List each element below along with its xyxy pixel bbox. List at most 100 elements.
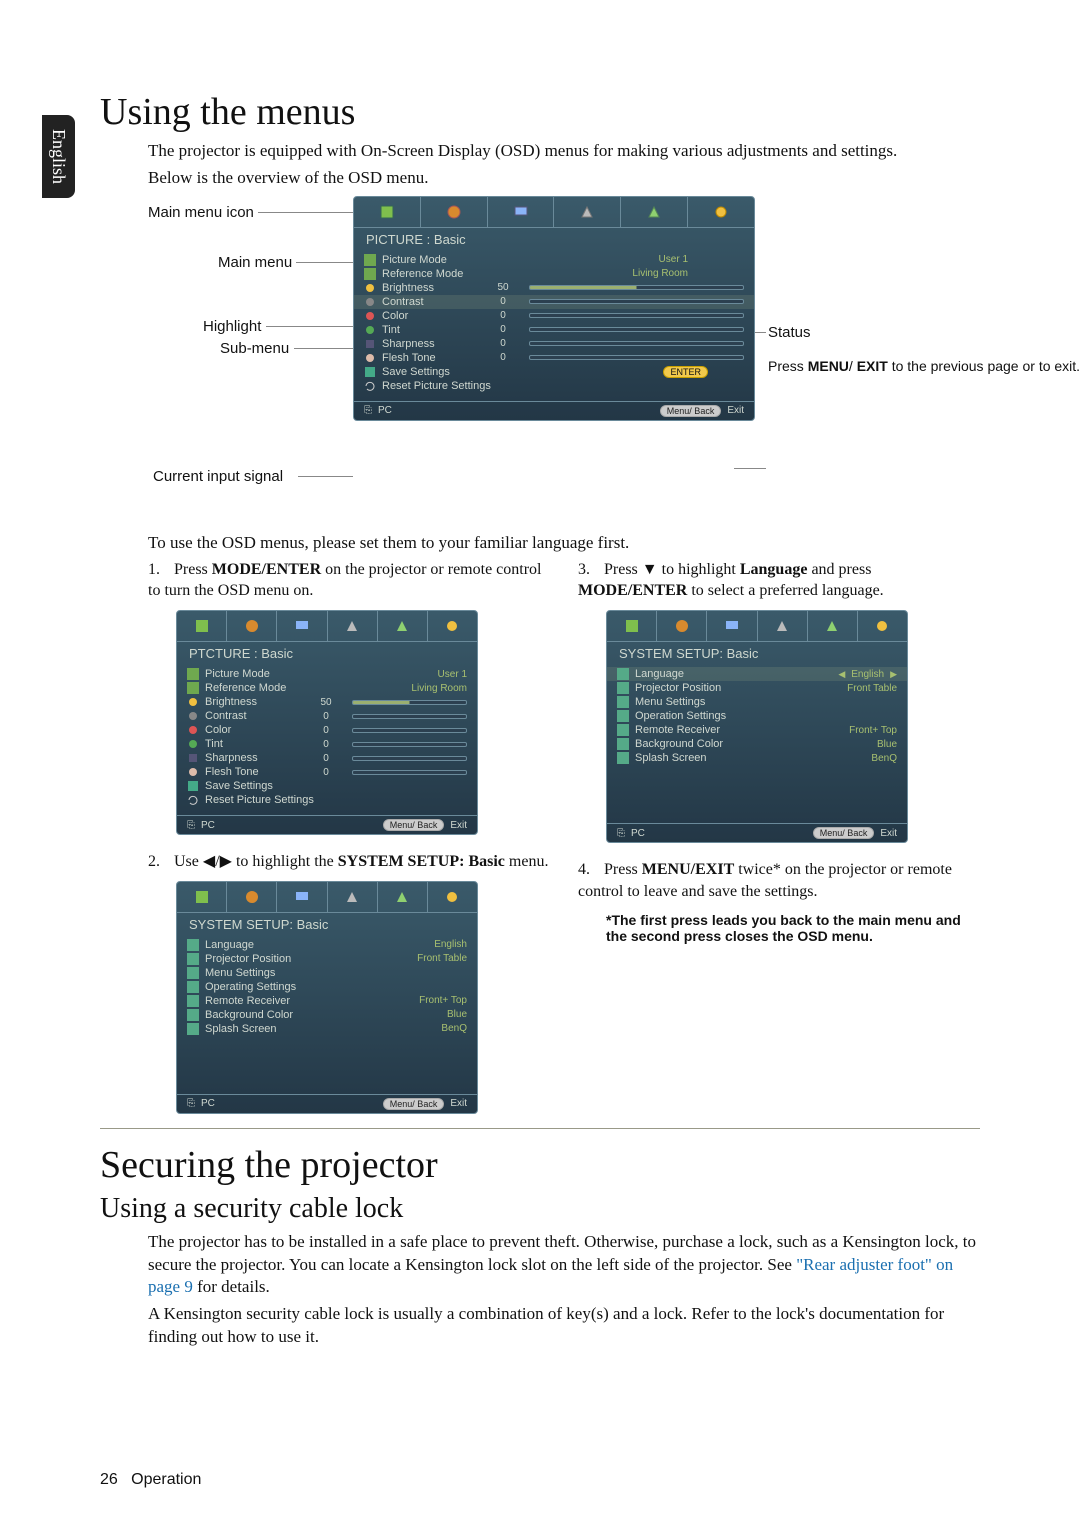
slider[interactable] bbox=[529, 299, 744, 304]
intro-p2: Below is the overview of the OSD menu. bbox=[148, 167, 980, 190]
osd-tab-bar bbox=[354, 197, 754, 228]
callout-status: Status bbox=[768, 324, 811, 341]
row-label: Background Color bbox=[635, 738, 730, 750]
foot-exit: Exit bbox=[727, 405, 744, 416]
row-value: Blue bbox=[877, 739, 897, 750]
row-value: 0 bbox=[306, 767, 346, 778]
osd-row-flesh-tone[interactable]: Flesh Tone 0 bbox=[354, 351, 754, 365]
slider[interactable] bbox=[529, 341, 744, 346]
osd-tab-icon[interactable] bbox=[354, 197, 421, 227]
row-value: BenQ bbox=[441, 1023, 467, 1034]
row-label: Reference Mode bbox=[205, 682, 300, 694]
menu-back-pill[interactable]: Menu/ Back bbox=[383, 1098, 445, 1110]
menu-back-pill[interactable]: Menu/ Back bbox=[383, 819, 445, 831]
callout-main-menu: Main menu bbox=[218, 254, 292, 271]
row-label: Language bbox=[205, 939, 300, 951]
osd-row-sharpness[interactable]: Sharpness0 bbox=[354, 337, 754, 351]
slider[interactable] bbox=[529, 285, 744, 290]
row-label: Picture Mode bbox=[382, 254, 477, 266]
osd-title: PTCTURE : Basic bbox=[177, 642, 477, 665]
foot-exit: Exit bbox=[450, 1098, 467, 1109]
osd-tab-icon[interactable] bbox=[621, 197, 688, 227]
row-label: Splash Screen bbox=[635, 752, 730, 764]
slider[interactable] bbox=[529, 327, 744, 332]
osd-row-save-settings[interactable]: Save SettingsENTER bbox=[354, 365, 754, 379]
intro-p1: The projector is equipped with On-Screen… bbox=[148, 140, 980, 163]
row-label: Flesh Tone bbox=[382, 352, 477, 364]
step-4: 4.Press MENU/EXIT twice* on the projecto… bbox=[578, 859, 980, 902]
osd-row-tint[interactable]: Tint0 bbox=[354, 323, 754, 337]
row-value: 50 bbox=[306, 697, 346, 708]
row-value: 0 bbox=[483, 310, 523, 321]
osd-row-contrast[interactable]: Contrast 0 bbox=[354, 295, 754, 309]
osd-tab-icon[interactable] bbox=[688, 197, 754, 227]
osd-title: SYSTEM SETUP: Basic bbox=[607, 642, 907, 665]
row-label: Projector Position bbox=[635, 682, 730, 694]
row-label: Reset Picture Settings bbox=[382, 380, 532, 392]
foot-input: PC bbox=[378, 405, 392, 416]
row-value: 0 bbox=[306, 711, 346, 722]
callout-press-menu: Press MENU/ EXIT to the previous page or… bbox=[768, 358, 883, 376]
input-icon: ⎘ bbox=[187, 1098, 195, 1109]
osd-tab-icon[interactable] bbox=[488, 197, 555, 227]
row-label: Language bbox=[635, 668, 730, 680]
step-1: 1.Press MODE/ENTER on the projector or r… bbox=[148, 559, 550, 602]
osd-step3: SYSTEM SETUP: Basic Language◀English▶ Pr… bbox=[606, 610, 908, 843]
security-p1: The projector has to be installed in a s… bbox=[148, 1231, 980, 1300]
menu-back-pill[interactable]: Menu/ Back bbox=[813, 827, 875, 839]
osd-step1: PTCTURE : Basic Picture Mode User 1 Refer… bbox=[176, 610, 478, 835]
row-value: 0 bbox=[483, 338, 523, 349]
security-p2: A Kensington security cable lock is usua… bbox=[148, 1303, 980, 1349]
row-label: Contrast bbox=[382, 296, 477, 308]
slider[interactable] bbox=[529, 313, 744, 318]
row-label: Reset Picture Settings bbox=[205, 794, 365, 806]
menu-back-pill[interactable]: Menu/ Back bbox=[660, 405, 722, 417]
step-4-note: *The first press leads you back to the m… bbox=[578, 912, 980, 944]
row-label: Tint bbox=[382, 324, 477, 336]
osd-row-color[interactable]: Color 0 bbox=[354, 309, 754, 323]
osd-title: PICTURE : Basic bbox=[354, 228, 754, 251]
osd-row-reset[interactable]: Reset Picture Settings bbox=[354, 379, 754, 393]
row-label: Color bbox=[382, 310, 477, 322]
heading-using-menus: Using the menus bbox=[100, 90, 980, 134]
row-value: 0 bbox=[306, 739, 346, 750]
row-label: Menu Settings bbox=[635, 696, 730, 708]
foot-exit: Exit bbox=[880, 828, 897, 839]
row-label: Splash Screen bbox=[205, 1023, 300, 1035]
osd-tab-icon[interactable] bbox=[554, 197, 621, 227]
row-label: Operating Settings bbox=[205, 981, 325, 993]
row-value: English bbox=[434, 939, 467, 950]
row-label: Projector Position bbox=[205, 953, 300, 965]
row-value: User 1 bbox=[438, 669, 467, 680]
language-tab: English bbox=[42, 115, 75, 198]
osd-row-brightness[interactable]: Brightness50 bbox=[354, 281, 754, 295]
row-label: Menu Settings bbox=[205, 967, 300, 979]
foot-input: PC bbox=[201, 820, 215, 831]
row-label: Background Color bbox=[205, 1009, 300, 1021]
row-value: 50 bbox=[483, 282, 523, 293]
foot-input: PC bbox=[631, 828, 645, 839]
input-icon: ⎘ bbox=[617, 828, 625, 839]
callout-highlight: Highlight bbox=[203, 318, 261, 335]
row-value: Living Room bbox=[411, 683, 467, 694]
enter-pill[interactable]: ENTER bbox=[663, 366, 708, 378]
row-label: Reference Mode bbox=[382, 268, 477, 280]
osd-tab-icon[interactable] bbox=[421, 197, 488, 227]
row-label: Picture Mode bbox=[205, 668, 300, 680]
row-label: Flesh Tone bbox=[205, 766, 300, 778]
slider[interactable] bbox=[529, 355, 744, 360]
row-value: Front Table bbox=[417, 953, 467, 964]
row-label: Color bbox=[205, 724, 300, 736]
heading-securing: Securing the projector bbox=[100, 1143, 980, 1187]
row-value: 0 bbox=[483, 296, 523, 307]
osd-row-reference-mode[interactable]: Reference ModeLiving Room bbox=[354, 267, 754, 281]
callout-sub-menu: Sub-menu bbox=[220, 340, 289, 357]
row-value: Front Table bbox=[847, 683, 897, 694]
row-value: Front+ Top bbox=[849, 725, 897, 736]
row-label: Tint bbox=[205, 738, 300, 750]
row-label: Brightness bbox=[205, 696, 300, 708]
osd-row-picture-mode[interactable]: Picture ModeUser 1 bbox=[354, 253, 754, 267]
row-value: 0 bbox=[483, 352, 523, 363]
foot-exit: Exit bbox=[450, 820, 467, 831]
row-label: Save Settings bbox=[205, 780, 300, 792]
